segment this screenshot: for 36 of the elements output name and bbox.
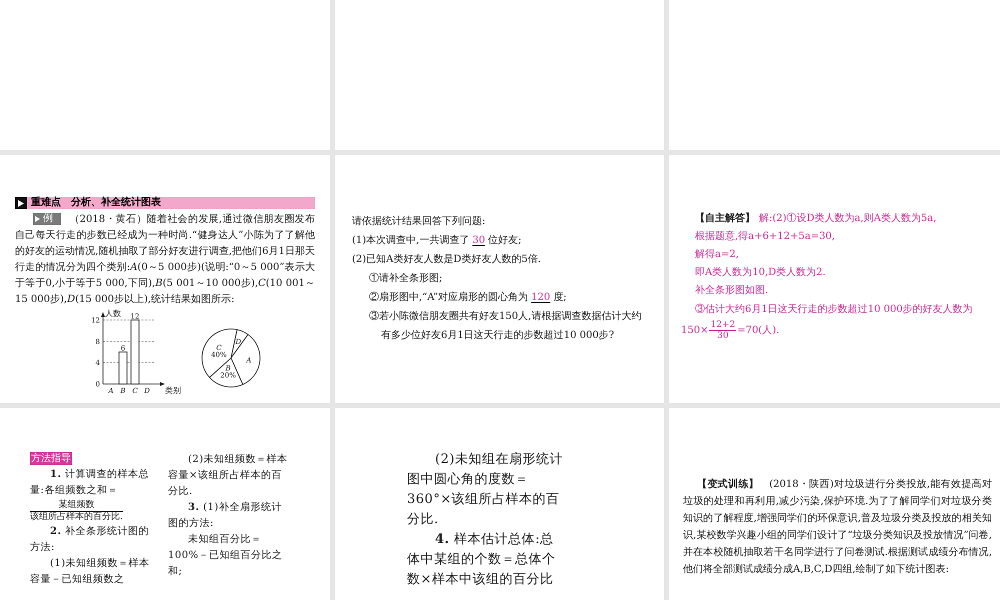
answer-blank: 30 xyxy=(471,235,486,246)
method-text: 未知组百分比＝100%－已知组百分比之和; xyxy=(168,532,284,579)
solution-line: 解:(2)①设D类人数为a,则A类人数为5a, xyxy=(759,212,936,226)
exercise-text: 【变式训练】 (2018・陕西)对垃圾进行分类投放,能有效提高对垃圾的处理和再利用,减少污染,保护环境.为了了解同学们对垃圾分类知识的了解程度,增强同学们的环保意识,普及垃圾分类及投放的相关知识,某校数学兴趣小组的同学们设计了“垃圾分类知识及投放情况”问卷,并在本校随机抽取若干名同学进行了问卷测试.根据测试成绩分布情况,他们将全部测试成绩分成A,B,C,D四组,绘制了如下统计图表: xyxy=(683,477,992,577)
method-text: (2)未知组频数＝样本容量×该组所占样本的百分比. xyxy=(168,452,289,499)
answer-blank: 120 xyxy=(530,292,552,303)
method-text: (2)未知组在扇形统计图中圆心角的度数＝360°×该组所占样本的百分比. xyxy=(407,451,564,529)
slide[interactable]: 方法指导 1. 计算调查的样本总量:各组频数之和＝ 某组频数 该组所占样本的百分比. 2. 补全条形统计图的方法: (1)未知组频数＝样本容量－已知组频数之 (2)未知组频数＝样本容量×该组所占样本的百分比. 3. (1)补全扇形统计图的方法: 未知组百分比＝100%－已知组百分比之和; xyxy=(0,408,330,600)
method-text: 2. 补全条形统计图的方法: xyxy=(30,524,150,555)
solution-line: 根据题意,得a+6+12+5a=30, xyxy=(694,230,836,244)
question-intro: 请依据统计结果回答下列问题: xyxy=(352,214,486,229)
question-text: ③若小陈微信朋友圈共有好友150人,请根据调查数据估计大约有多少位好友6月1日这天行走的步数超过10 000步? xyxy=(368,310,642,343)
method-text: (1)未知组频数＝样本容量－已知组频数之 xyxy=(30,556,151,587)
example-text: 例 （2018・黄石）随着社会的发展,通过微信朋友圈发布自己每天行走的步数已经成为一种时尚.“健身达人”小陈为了了解他的好友的运动情况,随机抽取了部分好友进行调查,把他们6月1日那天行走的情况分为四个类别:A(0～5 000步)(说明:“0～5 000”表示大于等于0,小于等于5 000,下同),B(5 001～10 000步),C(10 001～15 000步),D(15 000步以上),统计结果如图所示: xyxy=(15,212,315,307)
slide[interactable]: 【变式训练】 (2018・陕西)对垃圾进行分类投放,能有效提高对垃圾的处理和再利用,减少污染,保护环境.为了了解同学们对垃圾分类知识的了解程度,增强同学们的环保意识,普及垃圾分类及投放的相关知识,某校数学兴趣小组的同学们设计了“垃圾分类知识及投放情况”问卷,并在本校随机抽取若干名同学进行了问卷测试.根据测试成绩分布情况,他们将全部测试成绩分成A,B,C,D四组,绘制了如下统计图表: xyxy=(669,408,1000,600)
method-text: 3. (1)补全扇形统计图的方法: xyxy=(168,500,283,531)
solution-line: 补全条形图如图. xyxy=(694,284,770,298)
solution-line: 解得a=2, xyxy=(694,248,740,262)
question-text: ①请补全条形图; xyxy=(368,272,444,286)
method-badge: 方法指导 xyxy=(30,452,72,465)
question-text: (1)本次调查中,一共调查了 30 位好友; xyxy=(352,234,522,248)
slide[interactable]: (2)未知组在扇形统计图中圆心角的度数＝360°×该组所占样本的百分比. 4. 样本估计总体:总体中某组的个数＝总体个数×样本中该组的百分比 xyxy=(335,408,664,600)
method-text: 1. 计算调查的样本总量:各组频数之和＝ xyxy=(30,468,150,498)
slide[interactable]: 请依据统计结果回答下列问题: (1)本次调查中,一共调查了 30 位好友; (2)已知A类好友人数是D类好友人数的5倍. ①请补全条形图; ②扇形图中,“A”对应扇形的圆心角为 120 度; ③若小陈微信朋友圈共有好友150人,请根据调查数据估计大约有多少位好友6月1日这天行走的步数超过10 000步? xyxy=(335,155,664,403)
answer-label: 【自主解答】 xyxy=(695,211,755,226)
slide[interactable] xyxy=(0,155,330,403)
method-text: 4. 样本估计总体:总体中某组的个数＝总体个数×样本中该组的百分比 xyxy=(407,531,556,589)
axis-label: 人数 xyxy=(105,309,121,318)
section-title: 重难点 分析、补全统计图表 xyxy=(31,198,161,208)
solution-line: 即A类人数为10,D类人数为2. xyxy=(694,266,827,280)
question-text: (2)已知A类好友人数是D类好友人数的5倍. xyxy=(352,252,542,267)
axis-label: 类别 xyxy=(165,386,181,395)
play-icon xyxy=(15,197,27,209)
question-text: ②扇形图中,“A”对应扇形的圆心角为 120 度; xyxy=(368,290,568,305)
fraction-formula: 某组频数 该组所占样本的百分比. xyxy=(30,500,123,523)
play-icon xyxy=(35,216,40,222)
